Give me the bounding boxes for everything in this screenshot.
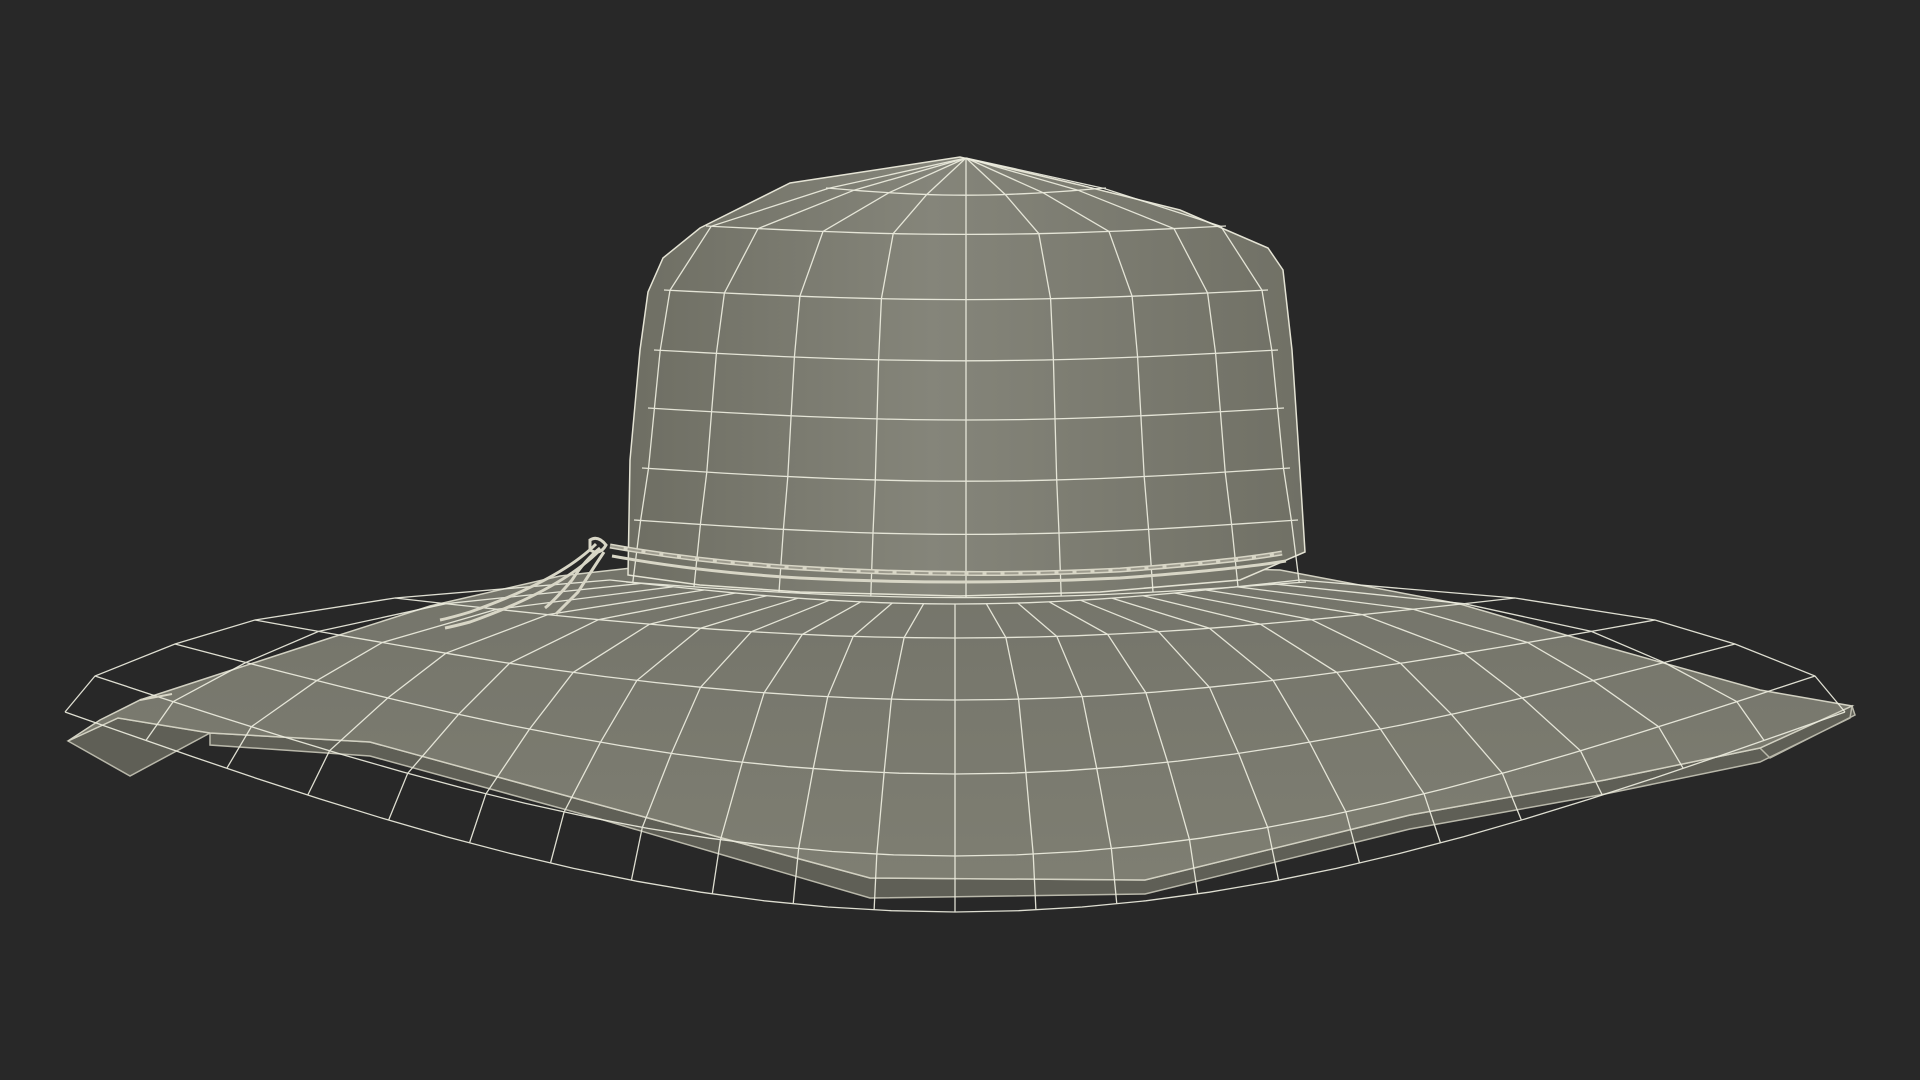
hat-wireframe-render — [0, 0, 1920, 1080]
render-viewport — [0, 0, 1920, 1080]
